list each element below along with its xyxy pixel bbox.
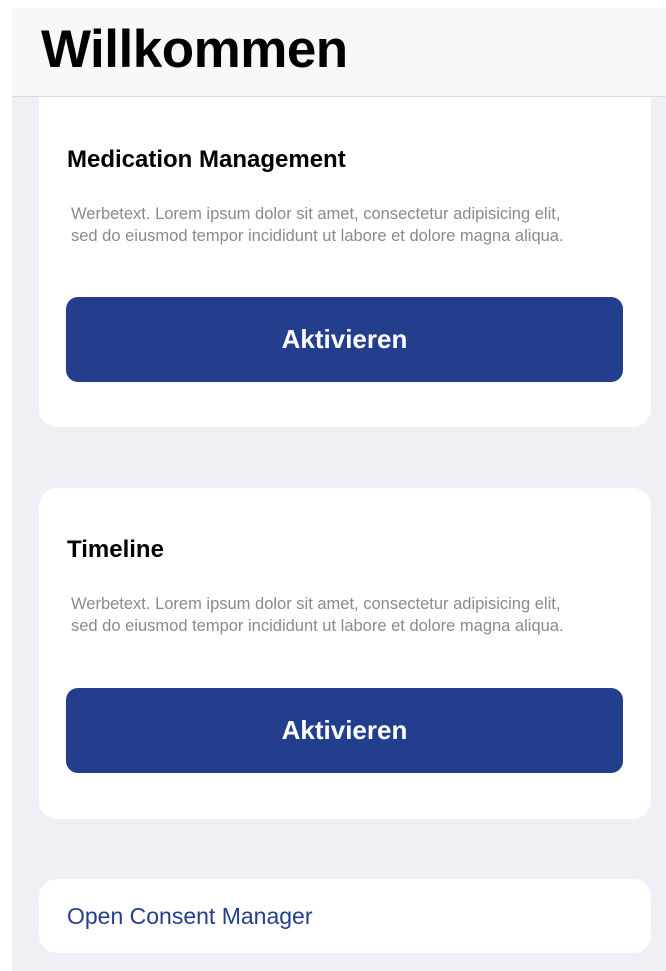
consent-manager-row[interactable]: Open Consent Manager	[39, 879, 651, 953]
navigation-bar: Willkommen	[12, 8, 666, 97]
medication-management-card: Medication Management Werbetext. Lorem i…	[39, 90, 651, 427]
open-consent-manager-link[interactable]: Open Consent Manager	[67, 901, 313, 931]
card-title: Timeline	[67, 536, 164, 563]
timeline-card: Timeline Werbetext. Lorem ipsum dolor si…	[39, 488, 651, 819]
activate-medication-button[interactable]: Aktivieren	[66, 297, 623, 382]
card-title: Medication Management	[67, 146, 346, 173]
activate-timeline-button[interactable]: Aktivieren	[66, 688, 623, 773]
card-description: Werbetext. Lorem ipsum dolor sit amet, c…	[71, 595, 564, 635]
page-title: Willkommen	[41, 20, 348, 79]
card-description: Werbetext. Lorem ipsum dolor sit amet, c…	[71, 205, 564, 245]
app-screen: Willkommen Medication Management Werbete…	[12, 8, 666, 971]
